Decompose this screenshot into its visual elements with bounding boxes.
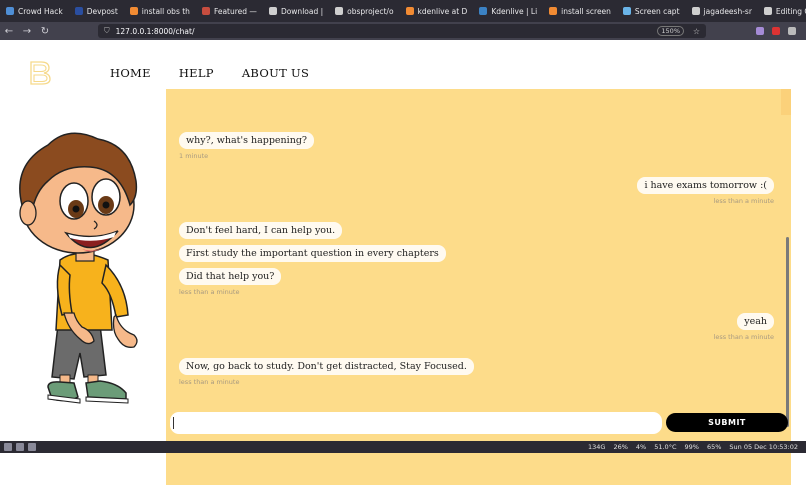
menu-home[interactable]: HOME xyxy=(110,66,151,80)
user-message: yeah xyxy=(737,313,774,330)
user-message: i have exams tomorrow :( xyxy=(637,177,774,194)
status-item: 65% xyxy=(706,443,722,451)
tab-favicon-icon xyxy=(129,7,138,15)
tab-label: Devpost xyxy=(86,6,118,16)
menu-icon[interactable] xyxy=(788,27,796,35)
forward-icon[interactable]: → xyxy=(18,22,36,40)
cartoon-boy-illustration xyxy=(19,132,138,404)
tab-favicon-icon xyxy=(6,7,14,15)
app-menu-icon[interactable] xyxy=(4,443,12,451)
shield-icon: ⛉ xyxy=(104,26,110,35)
browser-tab[interactable]: install obs th xyxy=(124,0,196,22)
chat-scrollbar[interactable] xyxy=(786,237,789,427)
pocket-icon[interactable] xyxy=(756,27,764,35)
bot-message: Don't feel hard, I can help you. xyxy=(179,222,343,239)
url-text: 127.0.0.1:8000/chat/ xyxy=(115,26,195,36)
tab-favicon-icon xyxy=(405,7,414,15)
bot-message: Now, go back to study. Don't get distrac… xyxy=(179,358,474,375)
submit-button[interactable]: SUBMIT xyxy=(666,413,788,432)
status-item: 99% xyxy=(684,443,699,451)
message-time: 1 minute xyxy=(179,152,209,160)
tab-label: Featured — xyxy=(213,6,257,16)
os-taskbar: 134G 26% 4% 51.0°C 99% 65% Sun 05 Dec 10:53:02 xyxy=(0,441,806,453)
message-time: less than a minute xyxy=(713,333,774,341)
tab-favicon-icon xyxy=(691,7,700,15)
tab-favicon-icon xyxy=(549,7,558,15)
browser-tab[interactable]: Kdenlive | Li xyxy=(473,0,543,22)
web-page: HOME HELP ABOUT US why?, what's happenin… xyxy=(0,40,806,485)
browser-tab[interactable]: obsproject/o xyxy=(329,0,399,22)
browser-tab[interactable]: Featured — xyxy=(196,0,263,22)
system-status: 134G 26% 4% 51.0°C 99% 65% Sun 05 Dec 10:53:02 xyxy=(588,443,798,451)
bot-message: Did that help you? xyxy=(179,268,282,285)
tab-label: kdenlive at D xyxy=(417,6,468,16)
tab-label: Screen capt xyxy=(634,6,680,16)
reload-icon[interactable]: ↻ xyxy=(36,22,54,40)
menu-help[interactable]: HELP xyxy=(179,66,214,80)
chat-panel-corner xyxy=(781,89,791,115)
text-cursor xyxy=(173,417,174,429)
browser-tab[interactable]: jagadeesh-sr xyxy=(686,0,758,22)
browser-tab[interactable]: Crowd Hack xyxy=(0,0,69,22)
browser-tab[interactable]: kdenlive at D xyxy=(400,0,474,22)
extension-icon[interactable] xyxy=(772,27,780,35)
browser-tab[interactable]: Download | xyxy=(263,0,329,22)
message-time: less than a minute xyxy=(179,378,240,386)
bot-message: First study the important question in ev… xyxy=(179,245,446,262)
status-item: 26% xyxy=(613,443,628,451)
tab-label: install obs th xyxy=(141,6,190,16)
browser-tab[interactable]: Screen capt xyxy=(617,0,686,22)
url-bar[interactable]: ⛉ 127.0.0.1:8000/chat/ 150% ☆ xyxy=(98,24,706,38)
message-time: less than a minute xyxy=(179,288,240,296)
back-icon[interactable]: ← xyxy=(0,22,18,40)
files-icon[interactable] xyxy=(16,443,24,451)
menu-about-us[interactable]: ABOUT US xyxy=(242,66,309,80)
terminal-icon[interactable] xyxy=(28,443,36,451)
status-item: Sun 05 Dec 10:53:02 xyxy=(729,443,798,451)
tab-favicon-icon xyxy=(622,7,631,15)
zoom-level[interactable]: 150% xyxy=(657,26,684,36)
tab-favicon-icon xyxy=(74,7,83,15)
toolbar-extensions xyxy=(756,22,796,40)
tab-label: Crowd Hack xyxy=(18,6,63,16)
status-item: 51.0°C xyxy=(654,443,677,451)
tab-favicon-icon xyxy=(268,7,277,15)
browser-tab[interactable]: install screen xyxy=(543,0,617,22)
chat-input[interactable] xyxy=(170,412,662,434)
chat-input-row: SUBMIT xyxy=(170,412,790,434)
tab-label: Download | xyxy=(280,6,324,16)
tab-favicon-icon xyxy=(479,7,488,15)
status-item: 4% xyxy=(635,443,647,451)
tab-favicon-icon xyxy=(335,7,344,15)
tab-label: Kdenlive | Li xyxy=(491,6,538,16)
tab-favicon-icon xyxy=(201,7,210,15)
logo-icon[interactable] xyxy=(28,60,52,86)
browser-tab[interactable]: Editing Coai xyxy=(758,0,806,22)
message-time: less than a minute xyxy=(713,197,774,205)
tab-favicon-icon xyxy=(763,7,772,15)
browser-tab-bar: Crowd Hack Devpost install obs th Featured … xyxy=(0,0,806,22)
status-item: 134G xyxy=(588,443,606,451)
tab-label: jagadeesh-sr xyxy=(703,6,752,16)
browser-tab[interactable]: Devpost xyxy=(69,0,124,22)
tab-label: obsproject/o xyxy=(347,6,394,16)
bookmark-star-icon[interactable]: ☆ xyxy=(693,27,700,36)
bot-message: why?, what's happening? xyxy=(179,132,315,149)
main-menu: HOME HELP ABOUT US xyxy=(110,66,309,80)
tab-label: install screen xyxy=(561,6,611,16)
tab-label: Editing Coai xyxy=(775,6,806,16)
